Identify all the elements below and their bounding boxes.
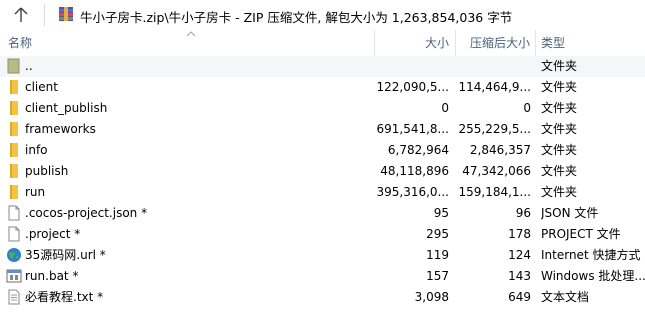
file-row[interactable]: client 122,090,5... 114,464,9... 文件夹 xyxy=(0,77,645,98)
address-bar: 牛小子房卡.zip\牛小子房卡 - ZIP 压缩文件, 解包大小为 1,263,… xyxy=(0,0,645,31)
address-separator xyxy=(44,4,45,26)
file-type: 文件夹 xyxy=(541,122,578,136)
file-size: 3,098 xyxy=(414,290,449,304)
file-name: 必看教程.txt * xyxy=(25,290,104,304)
file-type: 文件夹 xyxy=(541,164,578,178)
file-size: 122,090,5... xyxy=(376,80,449,94)
file-packed-size: 124 xyxy=(508,248,531,262)
file-size: 691,541,8... xyxy=(376,122,449,136)
column-type[interactable]: 类型 xyxy=(541,30,565,56)
file-row[interactable]: info 6,782,964 2,846,357 文件夹 xyxy=(0,140,645,161)
file-row[interactable]: 35源码网.url * 119 124 Internet 快捷方式 xyxy=(0,245,645,266)
file-type: 文件夹 xyxy=(541,80,578,94)
text-file-icon xyxy=(6,289,22,305)
file-name: frameworks xyxy=(25,122,96,136)
file-size: 295 xyxy=(426,227,449,241)
file-packed-size: 649 xyxy=(508,290,531,304)
file-size: 0 xyxy=(441,101,449,115)
file-packed-size: 178 xyxy=(508,227,531,241)
file-name: .. xyxy=(25,59,33,73)
file-type: 文件夹 xyxy=(541,101,578,115)
file-type: JSON 文件 xyxy=(541,206,599,220)
file-size: 48,118,896 xyxy=(380,164,449,178)
bat-icon xyxy=(6,268,22,284)
parent-directory-row[interactable]: .. 文件夹 xyxy=(0,56,645,77)
file-packed-size: 47,342,066 xyxy=(462,164,531,178)
file-row[interactable]: run.bat * 157 143 Windows 批处理... xyxy=(0,266,645,287)
file-packed-size: 114,464,9... xyxy=(458,80,531,94)
file-name: publish xyxy=(25,164,69,178)
file-type: 文件夹 xyxy=(541,143,578,157)
file-packed-size: 2,846,357 xyxy=(469,143,531,157)
file-size xyxy=(361,56,449,77)
file-icon xyxy=(6,226,22,242)
file-name: .project * xyxy=(25,227,81,241)
folder-icon xyxy=(6,163,22,179)
address-path[interactable]: 牛小子房卡.zip\牛小子房卡 - ZIP 压缩文件, 解包大小为 1,263,… xyxy=(80,7,512,26)
column-packed[interactable]: 压缩后大小 xyxy=(456,30,530,56)
file-size: 119 xyxy=(426,248,449,262)
file-row[interactable]: client_publish 0 0 文件夹 xyxy=(0,98,645,119)
file-packed-size: 143 xyxy=(508,269,531,283)
file-size: 395,316,0... xyxy=(376,185,449,199)
column-header: 名称 大小 压缩后大小 类型 xyxy=(0,30,645,57)
file-name: client xyxy=(25,80,58,94)
file-type: Internet 快捷方式 xyxy=(541,248,641,262)
file-type: 文件夹 xyxy=(541,59,578,73)
file-row[interactable]: .project * 295 178 PROJECT 文件 xyxy=(0,224,645,245)
file-size: 157 xyxy=(426,269,449,283)
file-name: client_publish xyxy=(25,101,108,115)
file-size: 6,782,964 xyxy=(387,143,449,157)
file-row[interactable]: run 395,316,0... 159,184,1... 文件夹 xyxy=(0,182,645,203)
file-name: run.bat * xyxy=(25,269,79,283)
file-row[interactable]: 必看教程.txt * 3,098 649 文本文档 xyxy=(0,287,645,308)
column-size[interactable]: 大小 xyxy=(375,30,449,56)
file-packed-size: 0 xyxy=(523,101,531,115)
file-name: .cocos-project.json * xyxy=(25,206,148,220)
file-packed-size: 255,229,5... xyxy=(458,122,531,136)
file-row[interactable]: publish 48,118,896 47,342,066 文件夹 xyxy=(0,161,645,182)
file-row[interactable]: frameworks 691,541,8... 255,229,5... 文件夹 xyxy=(0,119,645,140)
file-list: .. 文件夹 client 122,090,5... 114,464,9... 文件夹 cl… xyxy=(0,56,645,308)
file-packed-size: 159,184,1... xyxy=(458,185,531,199)
column-divider[interactable] xyxy=(535,30,536,56)
folder-icon xyxy=(6,184,22,200)
file-name: run xyxy=(25,185,46,199)
file-type: PROJECT 文件 xyxy=(541,227,621,241)
file-type: 文本文档 xyxy=(541,290,590,304)
file-name: info xyxy=(25,143,48,157)
globe-icon xyxy=(6,247,22,263)
file-name: 35源码网.url * xyxy=(25,248,106,262)
file-row[interactable]: .cocos-project.json * 95 96 JSON 文件 xyxy=(0,203,645,224)
file-icon xyxy=(6,205,22,221)
file-size: 95 xyxy=(433,206,449,220)
zip-archive-icon xyxy=(58,6,74,22)
folder-icon xyxy=(6,121,22,137)
file-type: Windows 批处理... xyxy=(541,269,645,283)
column-name[interactable]: 名称 xyxy=(8,30,32,56)
folder-icon xyxy=(6,79,22,95)
up-arrow-icon[interactable] xyxy=(10,5,32,25)
folder-icon xyxy=(6,100,22,116)
file-type: 文件夹 xyxy=(541,185,578,199)
folder-icon xyxy=(6,142,22,158)
file-packed-size: 96 xyxy=(515,206,531,220)
parent-folder-icon xyxy=(6,58,22,74)
sort-ascending-icon xyxy=(186,29,196,40)
file-packed-size xyxy=(451,56,531,77)
